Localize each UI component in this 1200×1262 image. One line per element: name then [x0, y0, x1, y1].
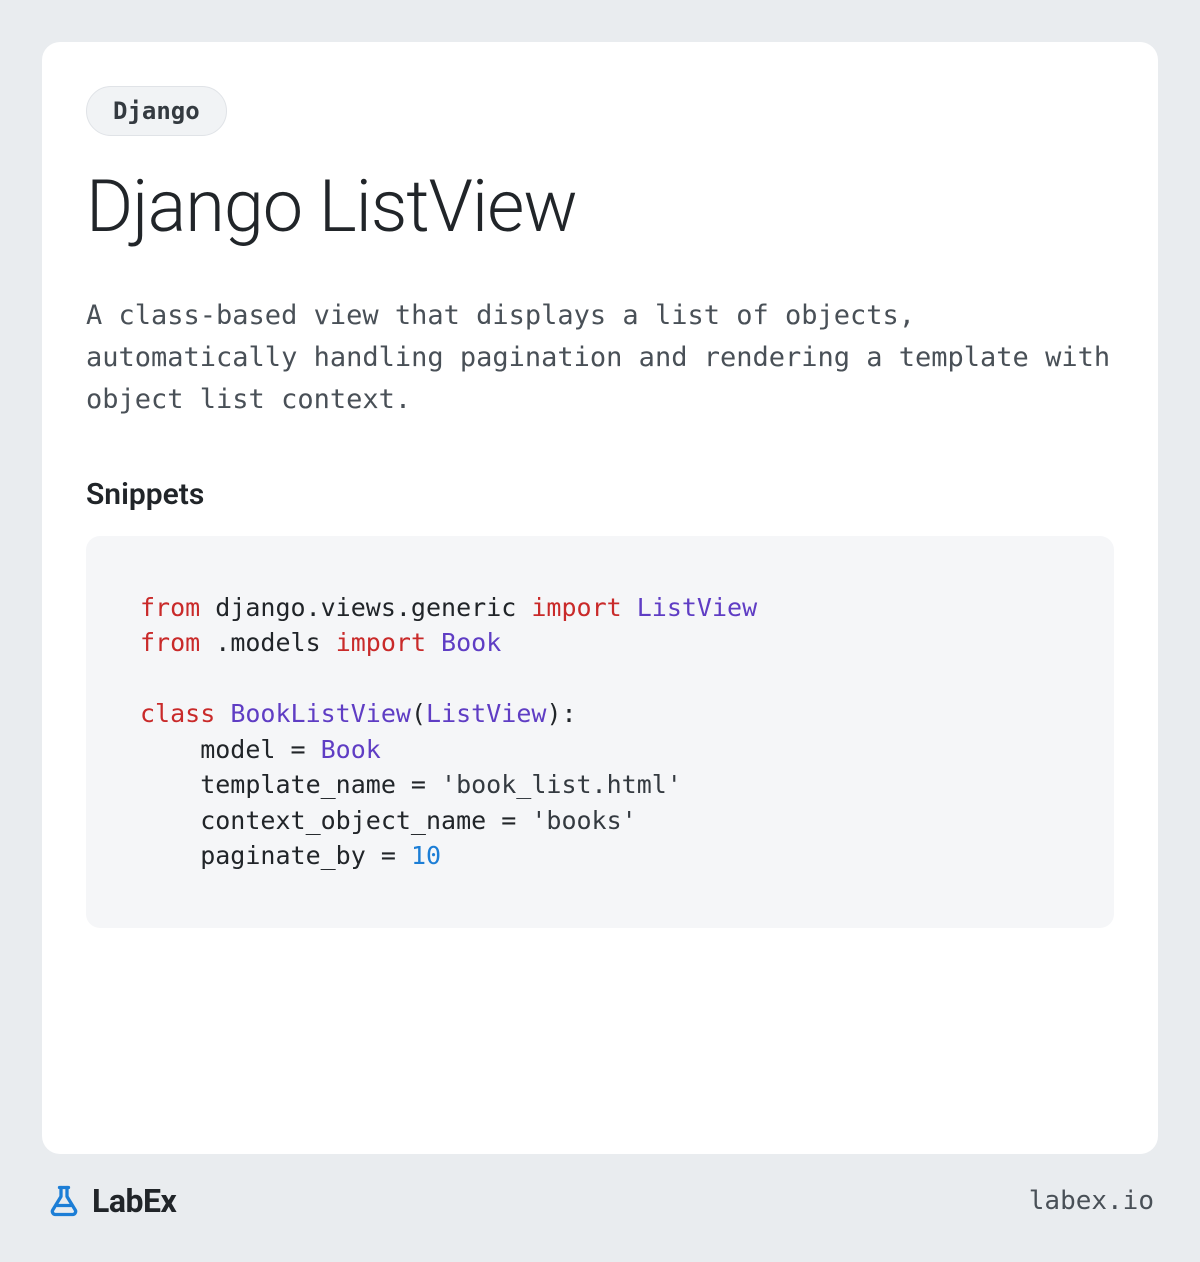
- site-url: labex.io: [1029, 1186, 1154, 1216]
- description: A class-based view that displays a list …: [86, 295, 1114, 421]
- category-tag: Django: [86, 86, 227, 136]
- brand-logo: LabEx: [46, 1182, 176, 1220]
- brand-name: LabEx: [92, 1182, 176, 1220]
- flask-icon: [46, 1183, 82, 1219]
- content-card: Django Django ListView A class-based vie…: [42, 42, 1158, 1154]
- page-title: Django ListView: [86, 164, 1114, 249]
- code-snippet: from django.views.generic import ListVie…: [86, 536, 1114, 928]
- footer: LabEx labex.io: [42, 1154, 1158, 1220]
- snippets-heading: Snippets: [86, 477, 1114, 512]
